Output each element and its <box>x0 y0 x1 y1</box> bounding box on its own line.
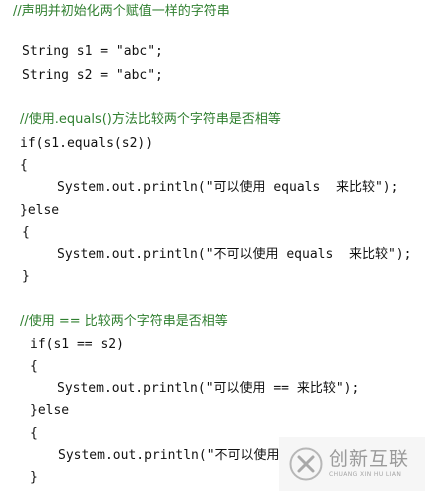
watermark: 创新互联 CHUANG XIN HU LIAN <box>279 437 425 491</box>
code-brace-open: { <box>22 225 30 240</box>
code-print-equals: System.out.println("可以使用 equals 来比较"); <box>57 180 399 195</box>
code-brace-open: { <box>30 426 38 441</box>
code-else: }else <box>20 203 60 218</box>
code-if-equals: if(s1.equals(s2)) <box>20 136 154 151</box>
code-brace-open: { <box>20 158 28 173</box>
code-brace-close: } <box>22 269 30 284</box>
code-brace-open: { <box>30 359 38 374</box>
code-print-not-equals: System.out.println("不可以使用 equals 来比较"); <box>57 247 412 262</box>
code-if-double-equals: if(s1 == s2) <box>30 337 124 352</box>
comment-declare: //声明并初始化两个赋值一样的字符串 <box>13 4 230 19</box>
watermark-main-text: 创新互联 <box>329 448 410 470</box>
logo-x-icon <box>289 447 323 481</box>
code-line-s1: String s1 = "abc"; <box>22 44 163 59</box>
code-line-s2: String s2 = "abc"; <box>22 68 163 83</box>
watermark-sub-text: CHUANG XIN HU LIAN <box>329 471 402 478</box>
watermark-text-group: 创新互联 CHUANG XIN HU LIAN <box>329 450 409 478</box>
comment-double-equals: //使用 == 比较两个字符串是否相等 <box>20 314 228 329</box>
comment-equals: //使用.equals()方法比较两个字符串是否相等 <box>20 112 281 127</box>
code-else: }else <box>30 403 70 418</box>
code-print-not-double-equals: System.out.println("不可以使用 <box>58 448 280 463</box>
code-print-double-equals: System.out.println("可以使用 == 来比较"); <box>57 381 360 396</box>
code-brace-close: } <box>30 470 38 485</box>
